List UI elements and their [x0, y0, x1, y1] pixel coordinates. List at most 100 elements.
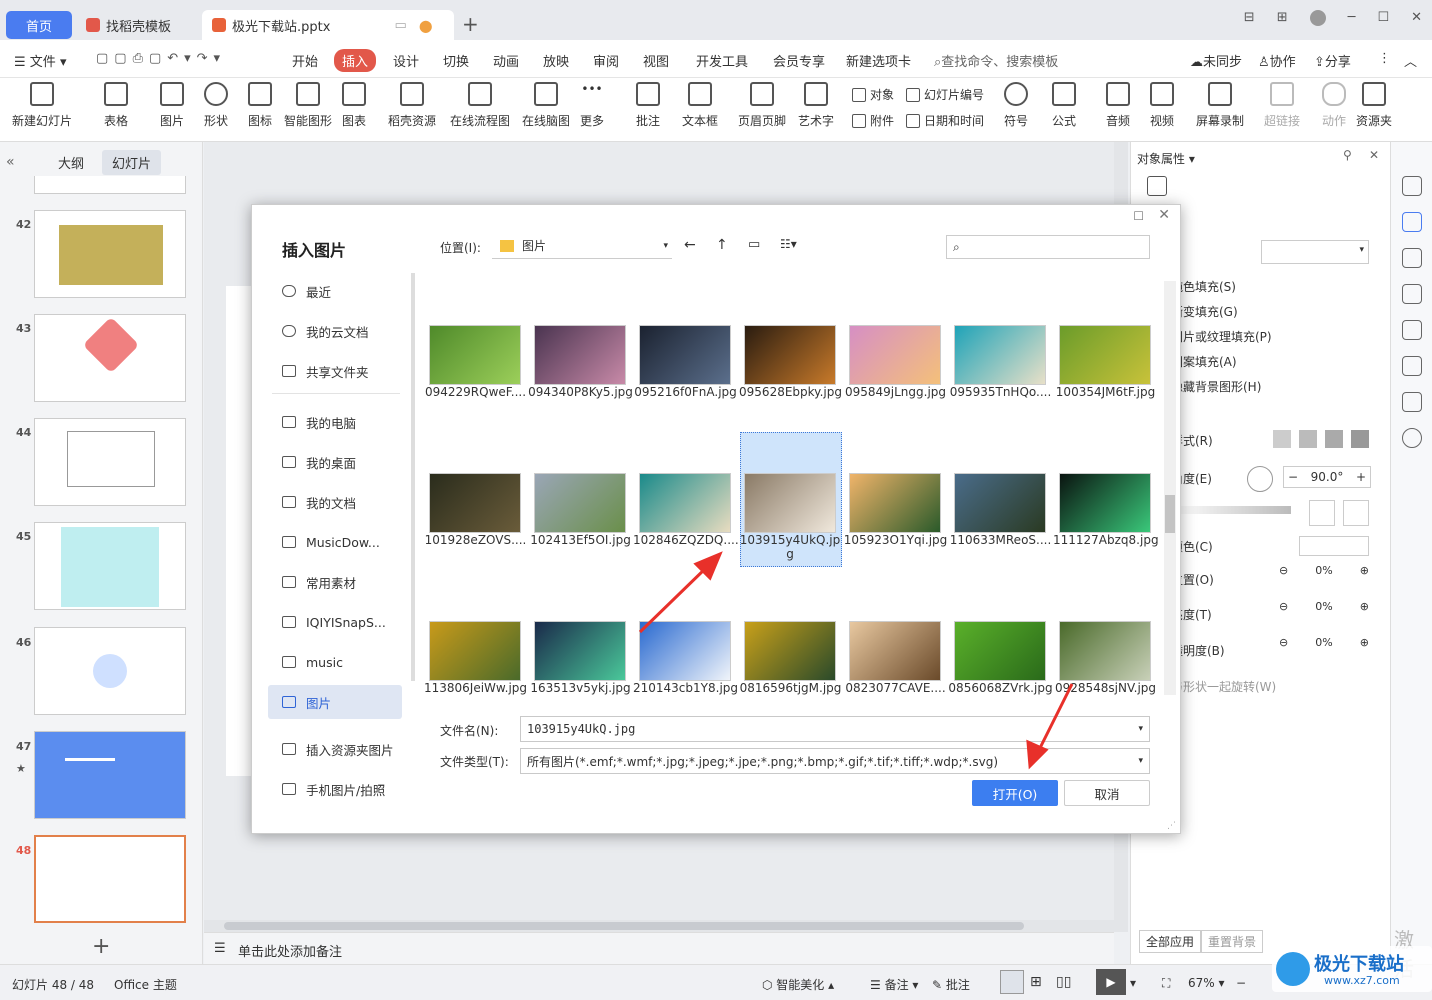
- collab-button[interactable]: ♙协作: [1258, 51, 1296, 70]
- back-icon[interactable]: ←: [684, 237, 696, 253]
- file-thumbnail[interactable]: [429, 621, 521, 681]
- minus-icon[interactable]: ⊖: [1279, 636, 1288, 649]
- gradient-style-swatches[interactable]: [1273, 430, 1369, 448]
- file-name-selected[interactable]: 103915y4UkQ.jpg: [738, 533, 842, 561]
- gradient-bar[interactable]: [1171, 506, 1291, 514]
- rotate-with-shape-option[interactable]: 与形状一起旋转(W): [1171, 678, 1276, 695]
- file-name[interactable]: 113806JeiWw.jpg: [423, 681, 528, 695]
- datetime-button[interactable]: 日期和时间: [906, 112, 984, 129]
- file-name[interactable]: 095628Ebpky.jpg: [738, 385, 843, 399]
- command-search[interactable]: ⌕查找命令、搜索模板: [934, 51, 1058, 70]
- nav-desktop[interactable]: 我的桌面: [268, 445, 402, 479]
- filename-input[interactable]: 103915y4UkQ.jpg ▾: [520, 716, 1150, 742]
- file-thumbnail[interactable]: [429, 473, 521, 533]
- nav-cloud[interactable]: 我的云文档: [268, 314, 402, 348]
- file-thumbnail[interactable]: [744, 325, 836, 385]
- new-folder-icon[interactable]: ▭: [748, 237, 760, 252]
- delete-stop-icon[interactable]: [1343, 500, 1369, 526]
- position-slider[interactable]: ⊖ 0% ⊕: [1279, 564, 1369, 577]
- plus-icon[interactable]: ⊕: [1360, 600, 1369, 613]
- menu-view[interactable]: 视图: [643, 51, 669, 70]
- transparency-slider[interactable]: ⊖ 0% ⊕: [1279, 636, 1369, 649]
- monitor-icon[interactable]: ▭: [394, 18, 406, 33]
- resource-folder-button[interactable]: 资源夹: [1356, 82, 1392, 129]
- reading-view-icon[interactable]: ▯▯: [1056, 974, 1071, 990]
- file-name[interactable]: 210143cb1Y8.jpg: [633, 681, 738, 695]
- file-name[interactable]: 100354JM6tF.jpg: [1053, 385, 1158, 399]
- star-icon[interactable]: [1402, 248, 1422, 268]
- angle-dial[interactable]: [1247, 466, 1273, 492]
- apply-all-button[interactable]: 全部应用: [1139, 930, 1202, 953]
- play-options-icon[interactable]: ▾: [1130, 976, 1136, 990]
- open-button[interactable]: 打开(O): [972, 780, 1058, 806]
- file-name[interactable]: 0823077CAVE....: [843, 681, 948, 695]
- plus-icon[interactable]: ⊕: [1360, 636, 1369, 649]
- header-footer-button[interactable]: 页眉页脚: [738, 82, 786, 129]
- compass-icon[interactable]: [1402, 356, 1422, 376]
- book-icon[interactable]: [1402, 392, 1422, 412]
- fill-bucket-icon[interactable]: [1147, 176, 1167, 196]
- menu-newtab[interactable]: 新建选项卡: [846, 51, 911, 70]
- file-thumbnail[interactable]: [849, 473, 941, 533]
- collapse-pane-icon[interactable]: «: [6, 154, 15, 170]
- picture-fill-option[interactable]: 图片或纹理填充(P): [1171, 328, 1272, 345]
- file-thumbnail[interactable]: [1059, 621, 1151, 681]
- animation-icon[interactable]: [1402, 284, 1422, 304]
- tab-template[interactable]: 找稻壳模板: [78, 10, 198, 40]
- tab-slides[interactable]: 幻灯片: [102, 150, 162, 175]
- cancel-button[interactable]: 取消: [1064, 780, 1150, 806]
- gradient-fill-option[interactable]: 渐变填充(G): [1171, 303, 1238, 320]
- fit-window-icon[interactable]: ⛶: [1162, 976, 1170, 991]
- normal-view-icon[interactable]: [1000, 970, 1024, 994]
- file-name[interactable]: 0816596tjgM.jpg: [738, 681, 843, 695]
- menu-file[interactable]: ☰ 文件 ▾: [14, 51, 66, 70]
- formula-button[interactable]: 公式: [1052, 82, 1076, 129]
- file-list-scrollbar[interactable]: [1164, 281, 1176, 695]
- menu-review[interactable]: 审阅: [593, 51, 619, 70]
- textbox-button[interactable]: 文本框: [682, 82, 718, 129]
- notes-button[interactable]: ☰ 备注 ▾: [870, 976, 918, 993]
- nav-resource-pictures[interactable]: 插入资源夹图片: [268, 732, 402, 766]
- file-name[interactable]: 163513v5ykj.jpg: [528, 681, 633, 695]
- nav-scrollbar[interactable]: [411, 273, 415, 681]
- file-name[interactable]: 0856068ZVrk.jpg: [948, 681, 1053, 695]
- video-button[interactable]: 视频: [1150, 82, 1174, 129]
- robot-icon[interactable]: [1402, 320, 1422, 340]
- menu-design[interactable]: 设计: [393, 51, 419, 70]
- nav-recent[interactable]: 最近: [268, 274, 402, 308]
- screen-record-button[interactable]: 屏幕录制: [1196, 82, 1244, 129]
- new-tab-button[interactable]: +: [462, 12, 479, 36]
- slide-thumbnail-47[interactable]: [34, 731, 186, 819]
- minimize-icon[interactable]: ─: [1348, 10, 1356, 26]
- scrollbar-thumb[interactable]: [224, 922, 1024, 930]
- file-name[interactable]: 111127Abzq8.jpg: [1053, 533, 1158, 547]
- file-thumbnail[interactable]: [639, 621, 731, 681]
- filetype-select[interactable]: 所有图片(*.emf;*.wmf;*.jpg;*.jpeg;*.jpe;*.pn…: [520, 748, 1150, 774]
- file-thumbnail[interactable]: [429, 325, 521, 385]
- table-button[interactable]: 表格: [104, 82, 128, 129]
- rocket-icon[interactable]: [1402, 176, 1422, 196]
- add-slide-button[interactable]: +: [92, 934, 110, 959]
- slide-thumbnail-43[interactable]: [34, 314, 186, 402]
- view-mode-icon[interactable]: ☷▾: [780, 237, 797, 251]
- action-button[interactable]: 动作: [1322, 82, 1346, 129]
- minus-icon[interactable]: ⊖: [1279, 564, 1288, 577]
- more-menu-icon[interactable]: ⋮: [1378, 51, 1391, 66]
- angle-stepper[interactable]: −90.0° +: [1283, 466, 1371, 488]
- notes-area[interactable]: ☰ 单击此处添加备注: [204, 932, 1114, 964]
- file-name[interactable]: 102413Ef5OI.jpg: [528, 533, 633, 547]
- file-name[interactable]: 095935TnHQo....: [948, 385, 1053, 399]
- mindmap-button[interactable]: 在线脑图: [522, 82, 570, 129]
- properties-icon[interactable]: [1402, 212, 1422, 232]
- slide-thumbnail-46[interactable]: [34, 627, 186, 715]
- color-dropdown[interactable]: [1299, 536, 1369, 556]
- file-name[interactable]: 094229RQweF....: [423, 385, 528, 399]
- nav-shared[interactable]: 共享文件夹: [268, 354, 402, 388]
- slide-thumbnail-41[interactable]: [34, 176, 186, 194]
- file-name[interactable]: 105923O1Yqi.jpg: [843, 533, 948, 547]
- plus-icon[interactable]: ⊕: [1360, 564, 1369, 577]
- hyperlink-button[interactable]: 超链接: [1264, 82, 1300, 129]
- file-thumbnail[interactable]: [534, 621, 626, 681]
- chart-button[interactable]: 图表: [342, 82, 366, 129]
- share-button[interactable]: ⇪分享: [1314, 51, 1351, 70]
